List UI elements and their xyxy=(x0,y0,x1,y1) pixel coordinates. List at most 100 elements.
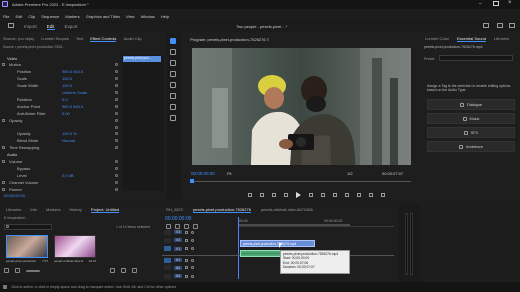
track-header[interactable]: V2 xyxy=(164,237,236,243)
ec-row-value[interactable]: 0.00 xyxy=(62,111,70,116)
tab-libraries[interactable]: Libraries xyxy=(494,36,509,41)
reset-icon[interactable] xyxy=(115,77,118,81)
menu-view[interactable]: View xyxy=(126,14,135,19)
ec-row-value[interactable]: 960.0 540.0 xyxy=(62,69,83,74)
quick-export-icon[interactable] xyxy=(483,23,489,28)
timeline-ruler[interactable]: 00:00 00:00:00:22 xyxy=(238,217,394,227)
reset-icon[interactable] xyxy=(115,146,118,150)
sequence-tab-rh-2872[interactable]: RH_2872 xyxy=(166,207,183,212)
track-header[interactable]: A2 xyxy=(164,265,236,271)
ec-row-value[interactable]: 100.0 xyxy=(62,83,72,88)
pen-icon[interactable] xyxy=(170,93,176,99)
tab-audio-clip[interactable]: Audio Clip xyxy=(123,36,141,41)
lock-icon[interactable] xyxy=(185,238,188,242)
work-area-bar[interactable] xyxy=(238,224,350,226)
ec-row-value[interactable]: 100.0 % xyxy=(62,131,77,136)
workspaces-icon[interactable] xyxy=(509,23,515,28)
track-a2[interactable]: A2 xyxy=(162,264,394,272)
ripple-edit-icon[interactable] xyxy=(170,60,176,66)
mark-out-icon[interactable] xyxy=(260,193,264,197)
track-header[interactable]: A3 xyxy=(164,273,236,279)
ec-row-scale[interactable]: Scale 100.0 xyxy=(0,76,122,82)
track-select-icon[interactable] xyxy=(170,49,176,55)
lock-icon[interactable] xyxy=(185,274,188,278)
track-target-toggle[interactable] xyxy=(164,265,171,271)
insert-icon[interactable] xyxy=(333,193,337,197)
menu-help[interactable]: Help xyxy=(161,14,169,19)
step-back-icon[interactable] xyxy=(284,193,288,197)
ec-row-blend-mode[interactable]: Blend Mode Normal xyxy=(0,138,122,144)
program-title[interactable]: Program: pexels-pixel-production-7526276… xyxy=(190,37,269,42)
audio-type-dialogue[interactable]: Dialogue xyxy=(427,99,515,110)
clip-chip[interactable]: pexels-pixel-pro... xyxy=(123,56,161,62)
tab-markers[interactable]: Markers xyxy=(46,207,60,212)
reset-icon[interactable] xyxy=(115,111,118,115)
audio-type-music[interactable]: Music xyxy=(427,113,515,124)
project-item[interactable]: pexels-mikhail-nilov-8... 10:13 xyxy=(54,235,96,263)
fx-toggle-icon[interactable] xyxy=(2,63,5,67)
tab-info[interactable]: Info xyxy=(30,207,37,212)
workspace-tab-edit[interactable]: Edit xyxy=(46,24,55,30)
ec-row-opacity[interactable]: Opacity 100.0 % xyxy=(0,131,122,137)
step-forward-icon[interactable] xyxy=(309,193,313,197)
reset-icon[interactable] xyxy=(115,180,118,184)
menu-edit[interactable]: Edit xyxy=(15,14,22,19)
menu-window[interactable]: Window xyxy=(141,14,155,19)
ec-row-value[interactable]: Uniform Scale xyxy=(62,90,87,95)
ec-row-motion[interactable]: Motion xyxy=(0,62,122,68)
ec-row-value[interactable]: 0.0 xyxy=(62,97,68,102)
ec-row-scale-width[interactable]: Scale Width 100.0 xyxy=(0,83,122,89)
menu-markers[interactable]: Markers xyxy=(65,14,79,19)
es-preset-dropdown[interactable] xyxy=(439,55,513,61)
reset-icon[interactable] xyxy=(115,97,118,101)
new-bin-icon[interactable] xyxy=(110,268,115,273)
ec-row-panner[interactable]: Panner xyxy=(0,186,122,192)
reset-icon[interactable] xyxy=(115,125,118,129)
ec-row-blank[interactable]: Uniform Scale xyxy=(0,90,122,96)
lock-icon[interactable] xyxy=(185,266,188,270)
reset-icon[interactable] xyxy=(115,166,118,170)
reset-icon[interactable] xyxy=(115,63,118,67)
track-a3[interactable]: A3 xyxy=(162,272,394,280)
mark-in-icon[interactable] xyxy=(248,193,252,197)
program-timecode[interactable]: 00:00:00:00 xyxy=(191,171,215,176)
ec-row-bypass[interactable]: Bypass xyxy=(0,165,122,171)
ec-row-value[interactable]: 0.0 dB xyxy=(62,173,74,178)
reset-icon[interactable] xyxy=(115,139,118,143)
close-button[interactable]: × xyxy=(508,0,512,6)
mute-icon[interactable] xyxy=(191,266,194,270)
workspace-tab-export[interactable]: Export xyxy=(65,24,78,29)
slip-icon[interactable] xyxy=(170,82,176,88)
go-to-out-icon[interactable] xyxy=(321,193,325,197)
trash-icon[interactable] xyxy=(132,268,137,273)
ec-row-anti-flicker-filter[interactable]: Anti-flicker Filter 0.00 xyxy=(0,110,122,116)
project-item-thumbnail[interactable] xyxy=(6,235,48,258)
compare-icon[interactable] xyxy=(369,193,373,197)
ec-row-value[interactable]: Normal xyxy=(62,138,75,143)
fit-dropdown[interactable]: Fit xyxy=(227,171,231,176)
track-header[interactable]: A1 xyxy=(164,257,236,263)
ec-row-opacity[interactable]: Opacity xyxy=(0,117,122,123)
ec-row-value[interactable]: 100.0 xyxy=(62,76,72,81)
audio-type-sfx[interactable]: SFX xyxy=(427,127,515,138)
sequence-tab-pexels-mikhail-nilov-8672406[interactable]: pexels-mikhail-nilov-8672406 xyxy=(261,207,313,212)
track-target-toggle[interactable] xyxy=(164,237,171,243)
reset-icon[interactable] xyxy=(115,118,118,122)
audio-type-ambience[interactable]: Ambience xyxy=(427,141,515,152)
fullscreen-icon[interactable] xyxy=(497,23,503,28)
project-item[interactable]: pexels-pixel-production... 7:07 xyxy=(6,235,48,263)
fx-toggle-icon[interactable] xyxy=(2,160,5,163)
lock-icon[interactable] xyxy=(185,230,188,234)
reset-icon[interactable] xyxy=(115,160,118,163)
tab-effect-controls[interactable]: Effect Controls xyxy=(90,36,117,42)
play-icon[interactable] xyxy=(296,192,301,198)
menu-clip[interactable]: Clip xyxy=(28,14,35,19)
tab-source-no-clips[interactable]: Source: (no clips) xyxy=(3,36,34,41)
eye-icon[interactable] xyxy=(191,230,194,234)
fx-toggle-icon[interactable] xyxy=(2,180,5,184)
ec-row-rotation[interactable]: Rotation 0.0 xyxy=(0,96,122,102)
ec-row-level[interactable]: Level 0.0 dB xyxy=(0,172,122,178)
hand-icon[interactable] xyxy=(170,104,176,110)
tab-project-untitled[interactable]: Project: Untitled xyxy=(90,207,120,213)
ec-row-blank[interactable] xyxy=(0,124,122,130)
